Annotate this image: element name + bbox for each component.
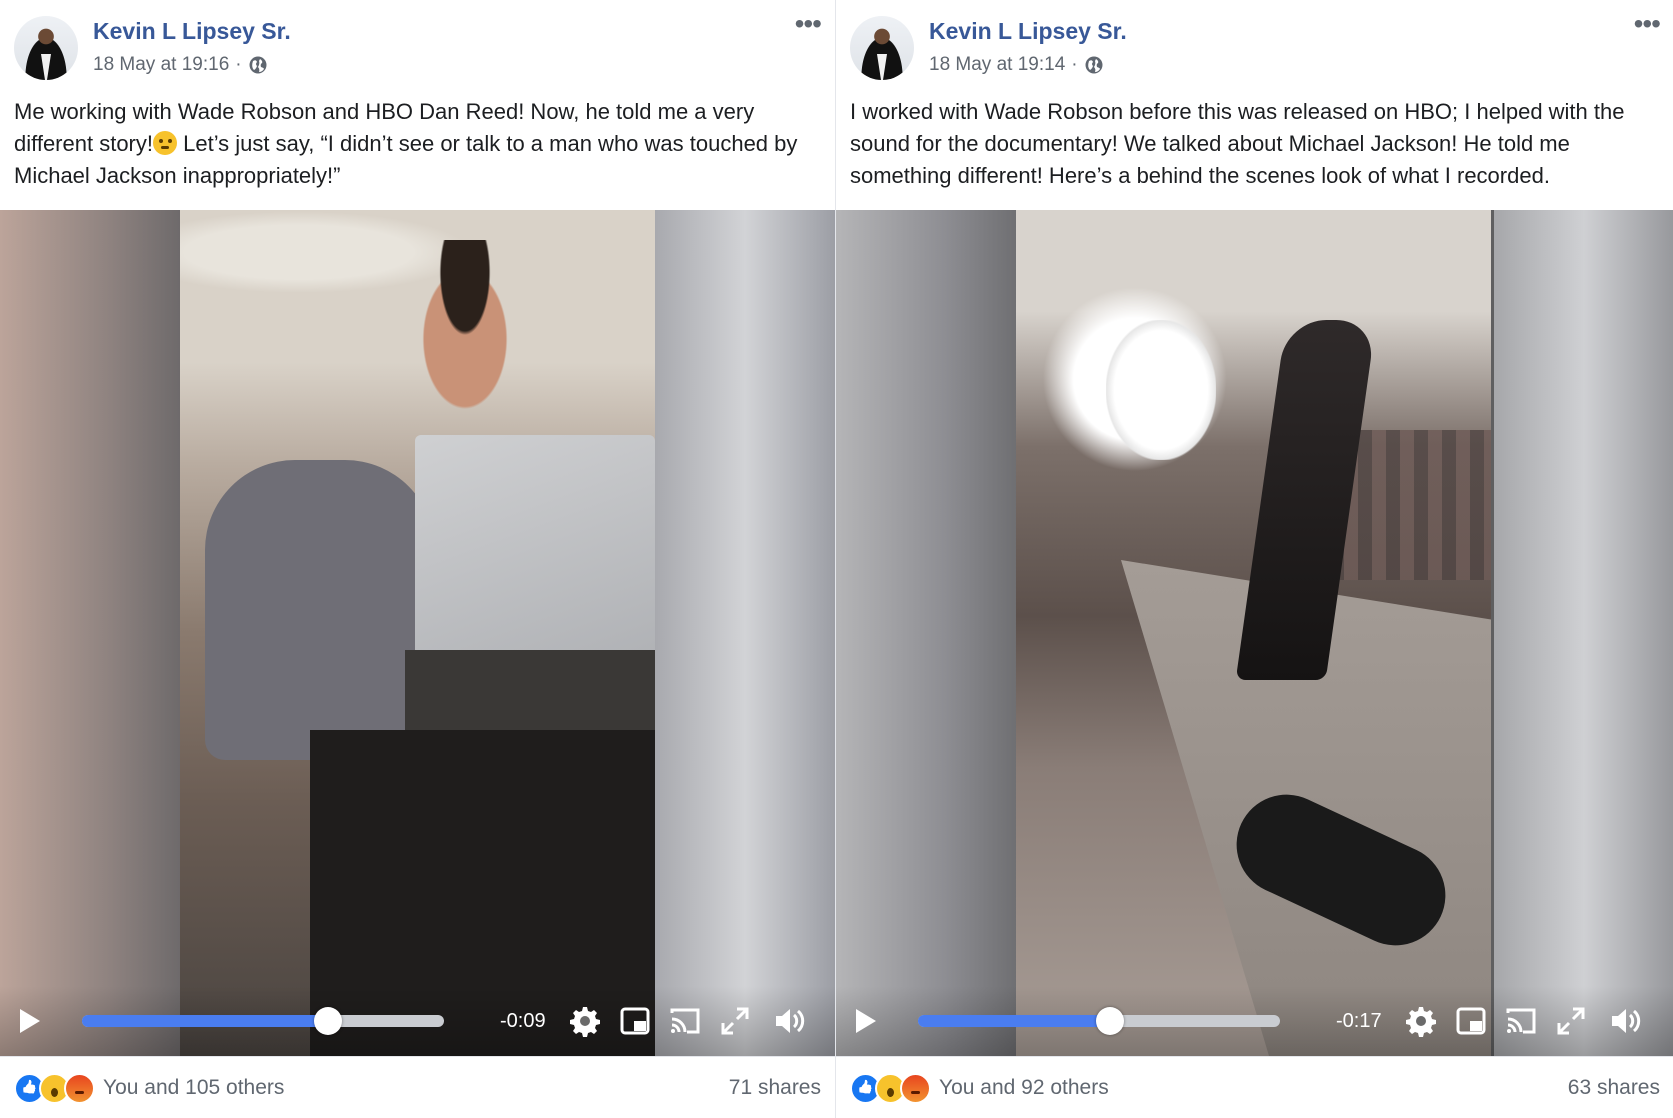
reactions-label[interactable]: You and 105 others xyxy=(103,1076,284,1100)
softbox-light xyxy=(1106,320,1216,460)
author-name[interactable]: Kevin L Lipsey Sr. xyxy=(93,18,291,45)
author-avatar[interactable] xyxy=(14,16,78,80)
video-controls: -0:09 xyxy=(0,986,835,1056)
video-player[interactable]: -0:17 xyxy=(836,210,1673,1056)
reactions-summary[interactable]: You and 105 others xyxy=(14,1072,284,1104)
video-player[interactable]: -0:09 xyxy=(0,210,835,1056)
facebook-post: Kevin L Lipsey Sr. 18 May at 19:14 · •••… xyxy=(835,0,1673,1118)
fullscreen-icon[interactable] xyxy=(718,1004,752,1038)
more-options-icon[interactable]: ••• xyxy=(795,10,822,38)
post-footer: You and 105 others 71 shares xyxy=(0,1056,835,1118)
video-frame xyxy=(1016,210,1491,1056)
progress-knob[interactable] xyxy=(314,1007,343,1035)
angry-reaction-icon xyxy=(64,1072,95,1104)
time-remaining: -0:09 xyxy=(500,1009,546,1032)
person-figure xyxy=(205,460,435,760)
progress-bar[interactable] xyxy=(82,1007,444,1035)
progress-bar[interactable] xyxy=(918,1007,1280,1035)
shares-count[interactable]: 63 shares xyxy=(1568,1076,1660,1100)
person-head xyxy=(405,240,525,420)
more-options-icon[interactable]: ••• xyxy=(1634,10,1661,38)
settings-gear-icon[interactable] xyxy=(568,1004,602,1038)
picture-in-picture-icon[interactable] xyxy=(1454,1004,1488,1038)
fullscreen-icon[interactable] xyxy=(1554,1004,1588,1038)
progress-fill xyxy=(82,1015,329,1027)
video-blur-left xyxy=(0,210,180,1056)
picture-in-picture-icon[interactable] xyxy=(618,1004,652,1038)
video-controls: -0:17 xyxy=(836,986,1673,1056)
meta-separator: · xyxy=(1071,54,1078,75)
video-blur-left xyxy=(836,210,1016,1056)
play-icon[interactable] xyxy=(20,1009,40,1033)
volume-icon[interactable] xyxy=(772,1004,806,1038)
volume-icon[interactable] xyxy=(1608,1004,1642,1038)
author-name[interactable]: Kevin L Lipsey Sr. xyxy=(929,18,1127,45)
post-text: I worked with Wade Robson before this wa… xyxy=(850,96,1656,192)
globe-icon[interactable] xyxy=(1084,55,1104,75)
progress-knob[interactable] xyxy=(1095,1007,1124,1035)
video-frame xyxy=(180,210,655,1056)
shares-count[interactable]: 71 shares xyxy=(729,1076,821,1100)
video-blur-right xyxy=(655,210,835,1056)
author-avatar[interactable] xyxy=(850,16,914,80)
post-text-part: I worked with Wade Robson before this wa… xyxy=(850,99,1625,188)
facebook-post: Kevin L Lipsey Sr. 18 May at 19:16 · •••… xyxy=(0,0,835,1118)
thinking-face-emoji-icon xyxy=(153,131,177,155)
post-text: Me working with Wade Robson and HBO Dan … xyxy=(14,96,817,192)
settings-gear-icon[interactable] xyxy=(1404,1004,1438,1038)
cast-icon[interactable] xyxy=(1504,1004,1538,1038)
play-icon[interactable] xyxy=(856,1009,876,1033)
meta-separator: · xyxy=(235,54,242,75)
video-blur-right xyxy=(1494,210,1673,1056)
post-meta: 18 May at 19:16 · xyxy=(93,54,268,76)
angry-reaction-icon xyxy=(900,1072,931,1104)
reactions-summary[interactable]: You and 92 others xyxy=(850,1072,1109,1104)
reactions-label[interactable]: You and 92 others xyxy=(939,1076,1109,1100)
post-footer: You and 92 others 63 shares xyxy=(836,1056,1673,1118)
post-meta: 18 May at 19:14 · xyxy=(929,54,1104,76)
post-timestamp[interactable]: 18 May at 19:16 xyxy=(93,54,229,76)
post-timestamp[interactable]: 18 May at 19:14 xyxy=(929,54,1065,76)
globe-icon[interactable] xyxy=(248,55,268,75)
time-remaining: -0:17 xyxy=(1336,1009,1382,1032)
cast-icon[interactable] xyxy=(668,1004,702,1038)
progress-fill xyxy=(918,1015,1110,1027)
